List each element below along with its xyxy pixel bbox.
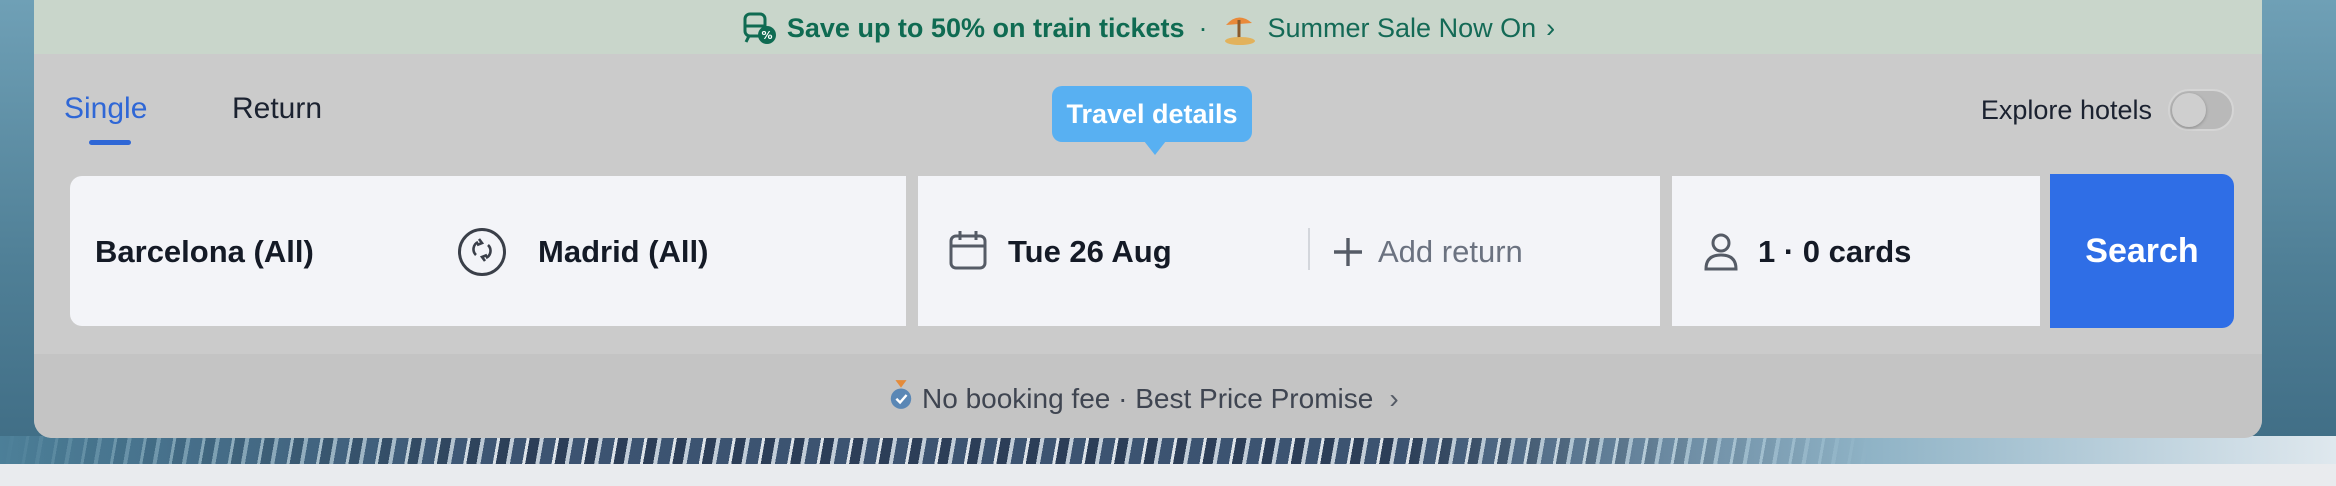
medal-check-icon — [888, 378, 914, 419]
promo-separator: · — [1198, 12, 1208, 43]
travel-details-tooltip: Travel details — [1052, 86, 1252, 155]
date-divider — [1308, 228, 1310, 270]
departure-date-input[interactable]: Tue 26 Aug — [1008, 234, 1172, 270]
destination-input[interactable]: Madrid (All) — [538, 234, 709, 270]
explore-hotels-label: Explore hotels — [1980, 94, 2152, 125]
promise-text: No booking fee · Best Price Promise — [922, 382, 1374, 414]
origin-input[interactable]: Barcelona (All) — [95, 234, 314, 270]
tab-single[interactable]: Single — [64, 92, 147, 126]
page-bottom-strip — [0, 464, 2336, 486]
active-tab-indicator — [89, 140, 131, 145]
best-price-promise-link[interactable]: No booking fee · Best Price Promise › — [888, 378, 1399, 419]
search-button[interactable]: Search — [2050, 174, 2234, 328]
promo-chevron-icon: › — [1546, 12, 1556, 43]
svg-text:%: % — [761, 29, 772, 42]
beach-umbrella-icon — [1222, 11, 1258, 45]
swap-icon — [467, 235, 497, 270]
explore-hotels-control: Explore hotels — [1981, 89, 2234, 131]
promo-banner[interactable]: % Save up to 50% on train tickets · Summ… — [34, 0, 2262, 56]
add-return-button[interactable]: Add return — [1378, 234, 1523, 270]
passengers-selector[interactable]: 1 · 0 cards — [1758, 234, 1911, 270]
calendar-icon — [948, 229, 988, 271]
plus-icon — [1330, 234, 1366, 270]
promo-sale-text: Summer Sale Now On — [1267, 12, 1537, 43]
promo-headline: Save up to 50% on train tickets — [786, 12, 1185, 43]
tab-return[interactable]: Return — [232, 92, 322, 126]
explore-hotels-toggle[interactable] — [2168, 89, 2234, 131]
swap-stations-button[interactable] — [458, 228, 506, 276]
toggle-knob — [2172, 93, 2206, 127]
search-card: Single Return Travel details Explore hot… — [34, 54, 2262, 438]
train-discount-icon: % — [741, 11, 777, 45]
user-icon — [1700, 230, 1742, 272]
chevron-right-icon: › — [1389, 382, 1399, 414]
